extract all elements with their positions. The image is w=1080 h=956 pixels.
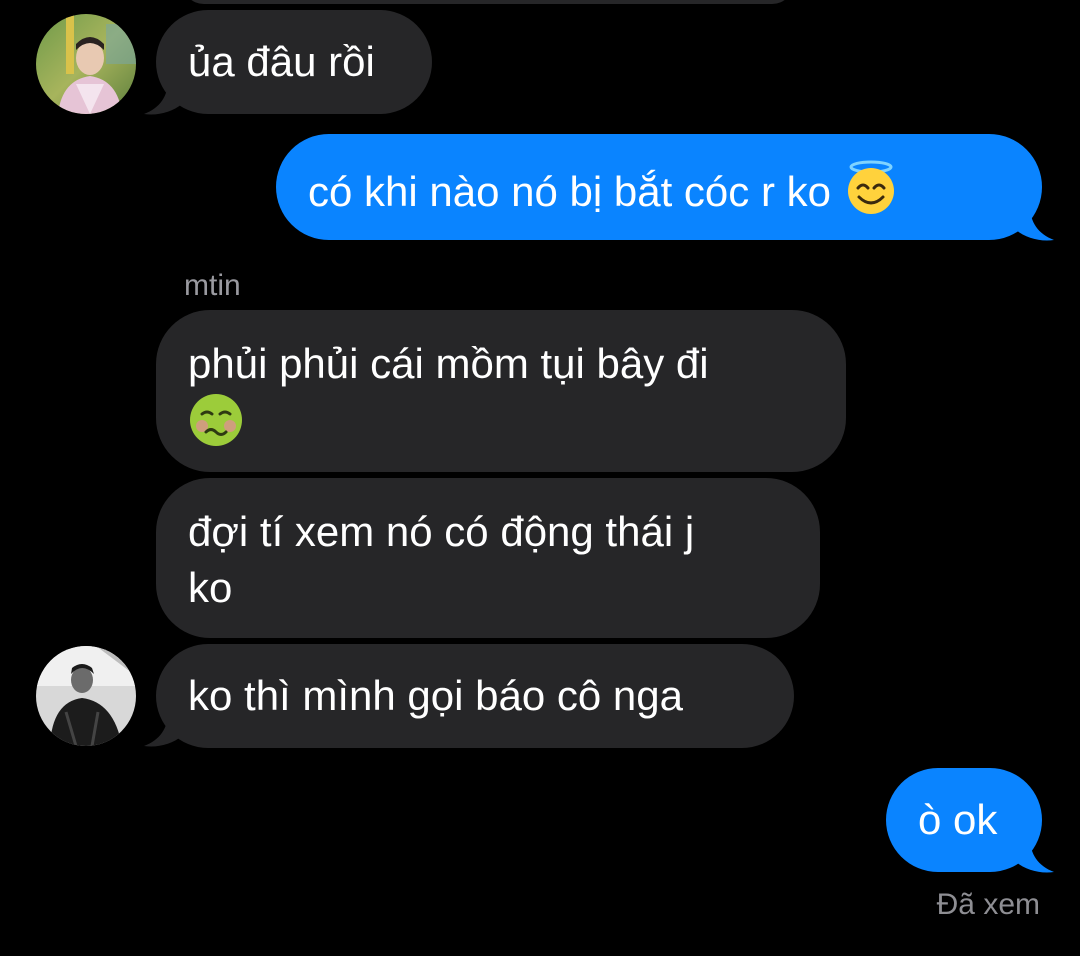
message-bubble[interactable]: phủi phủi cái mồm tụi bây đi xyxy=(156,310,846,472)
nauseated-face-icon xyxy=(190,394,242,446)
smiling-face-with-halo-icon xyxy=(847,160,894,214)
message-bubble[interactable]: ko thì mình gọi báo cô nga xyxy=(156,644,794,748)
message-text: ủa đâu rồi xyxy=(188,38,375,85)
sender-avatar[interactable] xyxy=(36,14,136,114)
read-receipt: Đã xem xyxy=(936,888,1040,921)
previous-message-bubble[interactable] xyxy=(182,0,794,4)
message-text: ko xyxy=(188,564,233,611)
bubble-tail xyxy=(1016,838,1054,873)
bubble-tail xyxy=(144,712,182,747)
message-text: có khi nào nó bị bắt cóc r ko xyxy=(308,168,831,215)
message-bubble[interactable]: có khi nào nó bị bắt cóc r ko xyxy=(276,134,1042,240)
sender-avatar[interactable] xyxy=(36,646,136,746)
message-text: ko thì mình gọi báo cô nga xyxy=(188,672,683,719)
sender-name: mtin xyxy=(184,269,241,302)
bubble-tail xyxy=(1016,206,1054,241)
message-bubble[interactable]: đợi tí xem nó có động thái j ko xyxy=(156,478,820,638)
message-text: phủi phủi cái mồm tụi bây đi xyxy=(188,340,709,387)
message-text: ò ok xyxy=(918,796,998,843)
bubble-tail xyxy=(144,80,182,115)
message-bubble[interactable]: ủa đâu rồi xyxy=(156,10,432,114)
message-text: đợi tí xem nó có động thái j xyxy=(188,508,695,555)
